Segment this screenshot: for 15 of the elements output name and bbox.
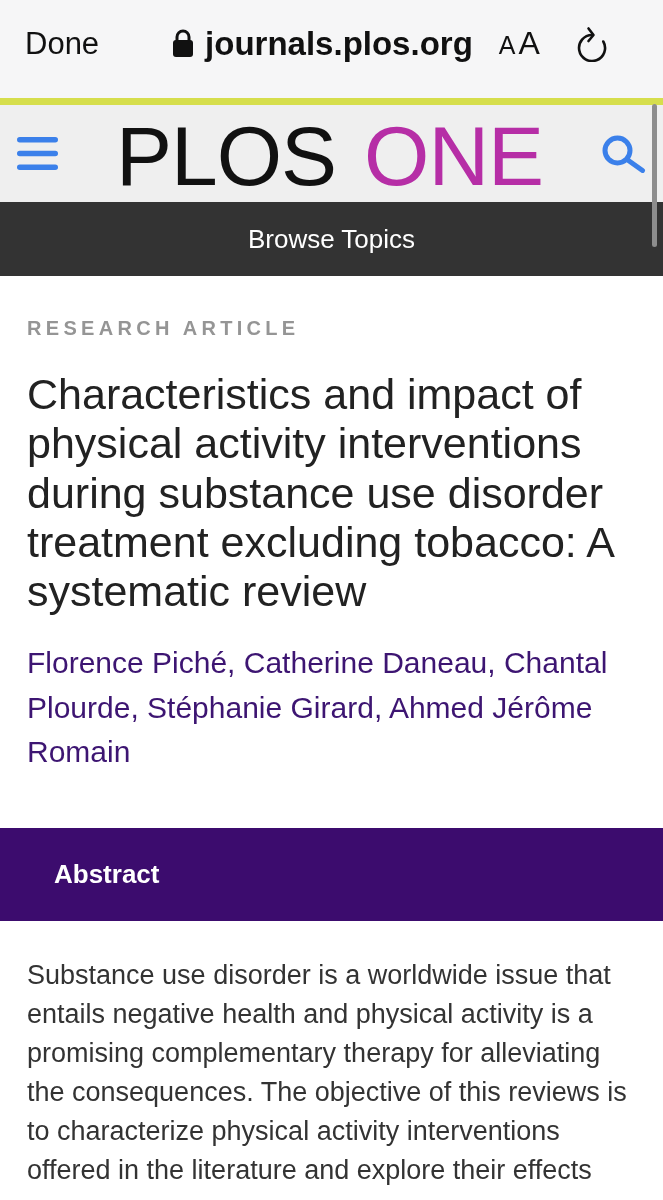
author-list[interactable]: Florence Piché, Catherine Daneau, Chantal Plourde, Stéphanie Girard, Ahmed Jérôme Romain [27,641,639,775]
logo-text[interactable]: ONE [364,114,544,198]
done-button[interactable]: Done [25,27,100,59]
abstract-text: Substance use disorder is a worldwide issue that entails negative health and physical activity is a promising complementary therapy for alleviating the consequences. The objective of this reviews is to characterize physical activity interventions offered in the literature and explore their effects [27,958,628,1187]
article-title: Characteristics and impact of physical activity interventions during substance use disorder treatment excluding tobacco: A systematic review [27,370,615,617]
abstract-heading: Abstract [0,827,663,921]
logo-text[interactable]: PLOS [116,114,337,198]
menu-icon[interactable] [17,137,58,170]
browse-topics-button[interactable]: Browse Topics [0,202,663,276]
search-icon[interactable] [602,134,646,173]
article-type-label: RESEARCH ARTICLE [27,316,301,340]
lock-icon [173,29,194,57]
text-size-button[interactable]: AA [498,27,540,59]
url-text[interactable]: journals.plos.org [205,26,473,60]
reload-icon[interactable] [575,24,608,62]
